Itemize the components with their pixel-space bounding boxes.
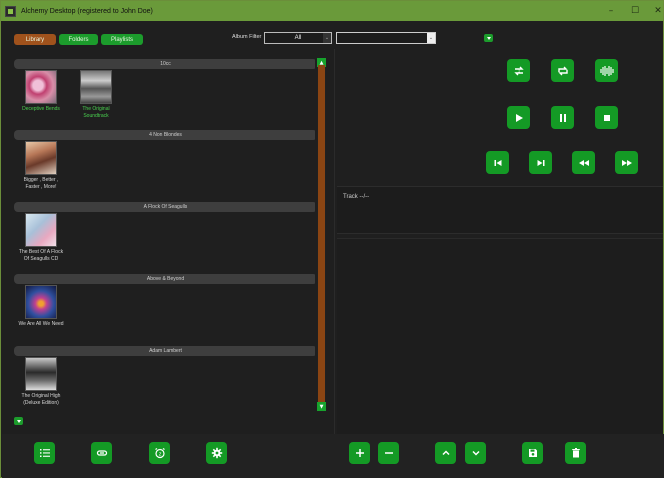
album-item[interactable]: Bigger , Better , Faster , More! xyxy=(17,141,65,190)
waveform-icon xyxy=(599,65,614,76)
delete-button[interactable] xyxy=(565,442,586,464)
album-title: The Best Of A Flock Of Seagulls CD xyxy=(17,249,65,262)
add-button[interactable] xyxy=(349,442,370,464)
fast-forward-button[interactable] xyxy=(615,151,638,174)
album-item[interactable]: The Best Of A Flock Of Seagulls CD xyxy=(17,213,65,262)
previous-button[interactable] xyxy=(486,151,509,174)
skip-previous-icon xyxy=(494,159,501,166)
link-button[interactable] xyxy=(91,442,112,464)
chevron-down-icon[interactable]: ⌄ xyxy=(323,33,331,43)
list-view-button[interactable] xyxy=(34,442,55,464)
album-title-line: The Best Of A Flock xyxy=(18,249,64,255)
tab-library[interactable]: Library xyxy=(14,34,56,45)
svg-text:1: 1 xyxy=(517,68,520,73)
title-bar: Alchemy Desktop (registered to John Doe)… xyxy=(1,1,663,21)
album-item[interactable]: The Original High (Deluxe Edition) xyxy=(17,357,65,406)
skip-next-icon xyxy=(537,159,544,166)
search-input[interactable]: ⌄ xyxy=(336,32,436,44)
rewind-icon xyxy=(578,159,589,166)
sleep-timer-button[interactable]: z xyxy=(149,442,170,464)
stop-icon xyxy=(603,114,610,121)
pane-divider xyxy=(334,49,335,435)
play-icon xyxy=(515,113,523,122)
album-filter-value: All xyxy=(294,35,302,41)
next-button[interactable] xyxy=(529,151,552,174)
album-title: The Original High (Deluxe Edition) xyxy=(17,393,65,406)
expand-button[interactable] xyxy=(14,417,23,425)
album-cover xyxy=(25,357,57,391)
fast-forward-icon xyxy=(621,159,632,166)
pause-button[interactable] xyxy=(551,106,574,129)
scroll-down-icon[interactable]: ▼ xyxy=(317,402,326,411)
album-title-line: (Deluxe Edition) xyxy=(23,399,59,406)
album-cover xyxy=(25,70,57,104)
scroll-thumb[interactable] xyxy=(318,65,325,403)
album-title-line: The Original High xyxy=(21,393,61,399)
stop-button[interactable] xyxy=(595,106,618,129)
album-filter-select[interactable]: All ⌄ xyxy=(264,32,332,44)
track-counter: Track --/-- xyxy=(343,194,370,200)
artist-header[interactable]: Adam Lambert xyxy=(14,346,315,356)
track-info-panel xyxy=(337,186,663,234)
album-title-line: Of Seagulls CD xyxy=(23,255,59,262)
save-button[interactable] xyxy=(522,442,543,464)
album-title-line: Bigger , Better , xyxy=(23,177,59,183)
collapse-player-button[interactable] xyxy=(484,34,493,42)
move-up-button[interactable] xyxy=(435,442,456,464)
album-cover xyxy=(25,213,57,247)
app-window: Alchemy Desktop (registered to John Doe)… xyxy=(0,0,664,478)
artist-header[interactable]: 10cc xyxy=(14,59,315,69)
chevron-down-icon xyxy=(471,450,480,456)
settings-button[interactable] xyxy=(206,442,227,464)
repeat-one-icon: 1 xyxy=(513,66,524,75)
save-icon xyxy=(528,449,537,457)
window-title: Alchemy Desktop (registered to John Doe) xyxy=(21,7,153,15)
repeat-icon xyxy=(557,66,568,75)
pause-icon xyxy=(559,113,566,122)
queue-list[interactable] xyxy=(337,238,663,434)
list-icon xyxy=(39,449,50,457)
chevron-down-icon[interactable]: ⌄ xyxy=(427,33,435,43)
rewind-button[interactable] xyxy=(572,151,595,174)
artist-header[interactable]: 4 Non Blondes xyxy=(14,130,315,140)
album-cover xyxy=(80,70,112,104)
album-item[interactable]: Deceptive Bends xyxy=(17,70,65,113)
minimize-button[interactable]: – xyxy=(599,1,623,21)
album-title-line: Faster , More! xyxy=(25,183,57,190)
play-button[interactable] xyxy=(507,106,530,129)
plus-icon xyxy=(355,449,364,457)
album-title: The Original Soundtrack xyxy=(72,106,120,119)
library-list[interactable]: 10cc Deceptive Bends The Original Soundt… xyxy=(12,55,315,413)
album-cover xyxy=(25,285,57,319)
album-title: We Are All We Need xyxy=(18,321,64,327)
tab-folders[interactable]: Folders xyxy=(59,34,98,45)
svg-text:z: z xyxy=(158,452,161,458)
move-down-button[interactable] xyxy=(465,442,486,464)
link-icon xyxy=(96,450,107,456)
gear-icon xyxy=(211,447,222,459)
maximize-button[interactable]: ☐ xyxy=(623,1,647,21)
minus-icon xyxy=(384,452,393,454)
repeat-one-button[interactable]: 1 xyxy=(507,59,530,82)
chevron-up-icon xyxy=(441,450,450,456)
album-title: Deceptive Bends xyxy=(22,106,60,112)
album-filter-label: Album Filter xyxy=(232,34,262,40)
artist-header[interactable]: Above & Beyond xyxy=(14,274,315,284)
album-title: Bigger , Better , Faster , More! xyxy=(17,177,65,190)
app-logo-icon xyxy=(5,5,16,17)
visualizer-button[interactable] xyxy=(595,59,618,82)
album-item[interactable]: The Original Soundtrack xyxy=(72,70,120,119)
remove-button[interactable] xyxy=(378,442,399,464)
trash-icon xyxy=(571,448,580,458)
repeat-all-button[interactable] xyxy=(551,59,574,82)
tab-playlists[interactable]: Playlists xyxy=(101,34,143,45)
artist-header[interactable]: A Flock Of Seagulls xyxy=(14,202,315,212)
alarm-clock-icon: z xyxy=(154,448,165,459)
album-item[interactable]: We Are All We Need xyxy=(17,285,65,328)
album-title-line: Soundtrack xyxy=(83,112,109,119)
close-button[interactable]: ✕ xyxy=(646,1,664,21)
album-cover xyxy=(25,141,57,175)
